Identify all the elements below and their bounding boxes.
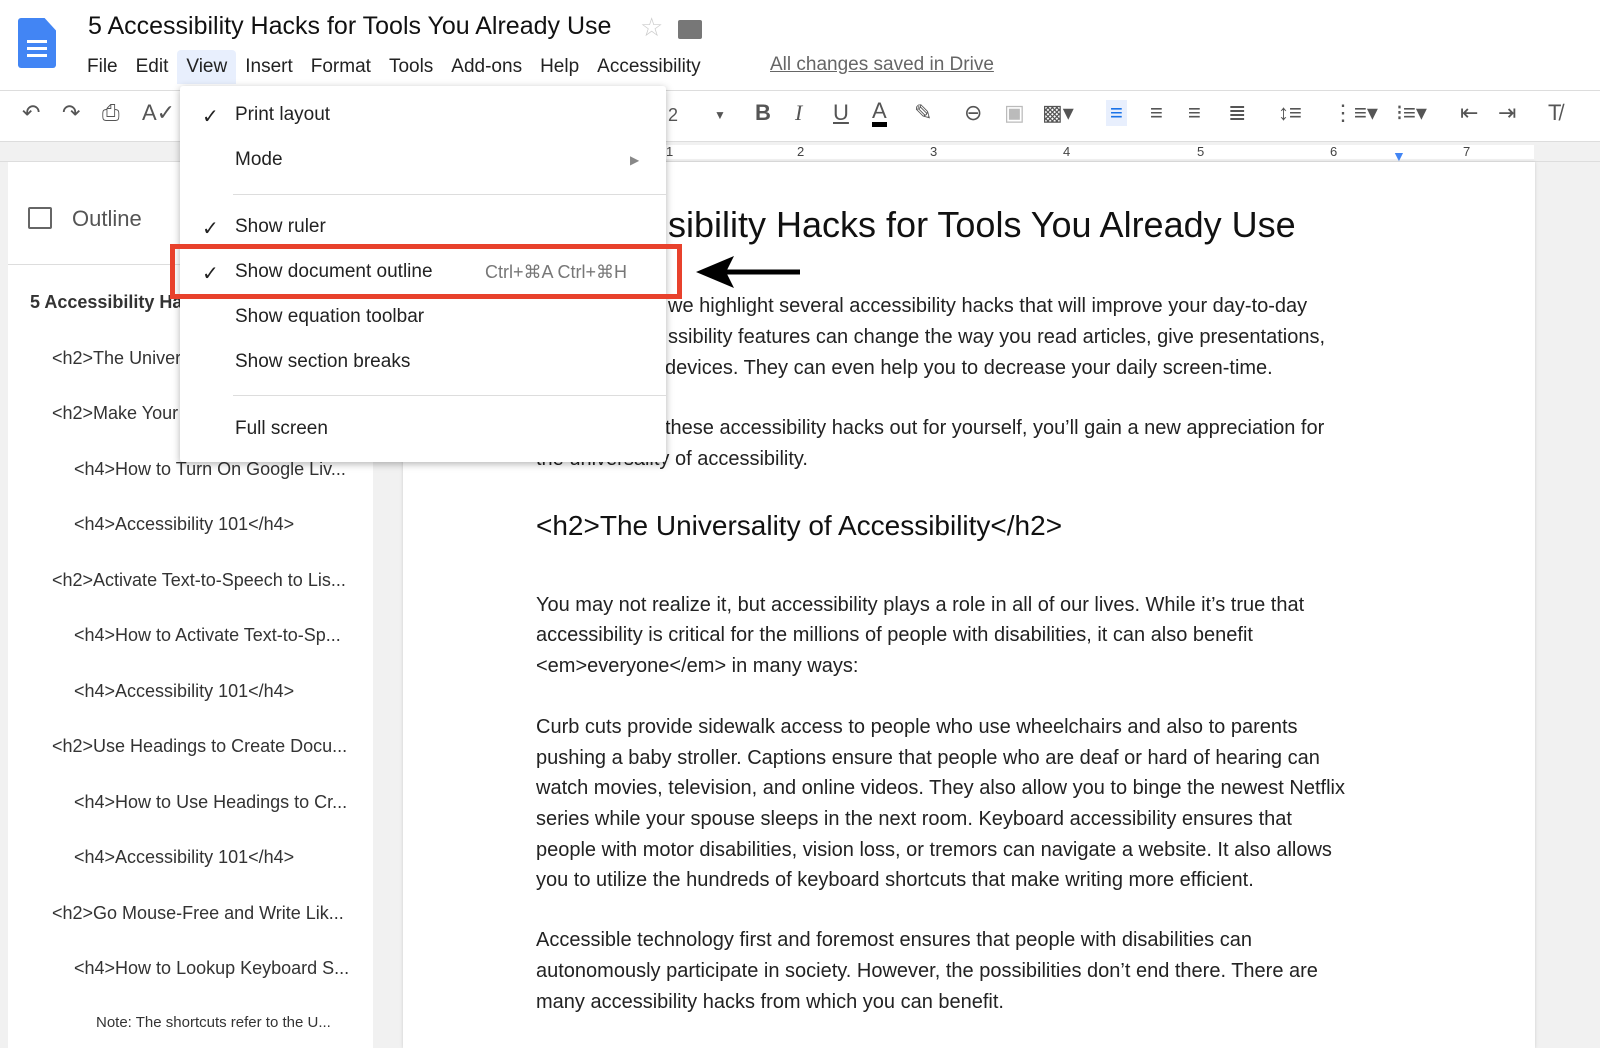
paragraph-line: these accessibility hacks out for yourse… (665, 417, 1325, 439)
ruler-number: 2 (797, 144, 805, 159)
redo-icon[interactable]: ↷ (62, 100, 80, 126)
increase-indent-icon[interactable]: ⇥ (1498, 100, 1516, 126)
text-color-icon[interactable]: A (872, 100, 887, 127)
outline-item[interactable]: <h4>How to Lookup Keyboard S... (74, 958, 349, 979)
highlight-icon[interactable]: ✎ (914, 100, 932, 126)
ruler-number: 5 (1197, 144, 1205, 159)
ruler-number: 4 (1063, 144, 1071, 159)
outline-item[interactable]: <h2>Activate Text-to-Speech to Lis... (52, 570, 346, 591)
ruler-number: 7 (1463, 144, 1471, 159)
outline-item[interactable]: <h2>Make Your (52, 403, 178, 424)
font-size-dropdown-icon[interactable]: ▼ (714, 108, 726, 122)
menu-divider (233, 395, 666, 396)
arrow-annotation-icon (696, 256, 800, 288)
check-icon: ✓ (202, 218, 219, 240)
print-icon[interactable]: ⎙ (102, 100, 120, 126)
star-icon[interactable]: ☆ (640, 12, 663, 43)
justify-icon[interactable]: ≣ (1228, 100, 1246, 126)
clear-formatting-icon[interactable]: T̸ (1548, 100, 1561, 126)
outline-item[interactable]: <h2>The Univer (52, 348, 181, 369)
submenu-arrow-icon: ▶ (630, 153, 640, 167)
paragraph-line: autonomously participate in society. How… (536, 960, 1318, 982)
document-title[interactable]: 5 Accessibility Hacks for Tools You Alre… (88, 12, 611, 41)
menu-addons[interactable]: Add-ons (442, 50, 531, 84)
spellcheck-icon[interactable]: A✓ (142, 100, 175, 126)
paragraph-line: devices. They can even help you to decre… (665, 357, 1273, 379)
outline-item[interactable]: <h4>Accessibility 101</h4> (74, 847, 294, 868)
menu-bar: File Edit View Insert Format Tools Add-o… (78, 50, 710, 84)
image-icon[interactable]: ▩▾ (1042, 100, 1074, 126)
outline-item[interactable]: <h4>How to Turn On Google Liv... (74, 459, 346, 480)
outline-item[interactable]: <h4>Accessibility 101</h4> (74, 681, 294, 702)
menu-accessibility[interactable]: Accessibility (588, 50, 709, 84)
link-icon[interactable]: ⊖ (964, 100, 982, 126)
outline-item[interactable]: 5 Accessibility Ha (30, 292, 182, 313)
outline-item[interactable]: Note: The shortcuts refer to the U... (96, 1014, 331, 1031)
paragraph-line: you to utilize the hundreds of keyboard … (536, 869, 1254, 891)
menu-edit[interactable]: Edit (127, 50, 178, 84)
bulleted-list-icon[interactable]: ⁝≡▾ (1396, 100, 1427, 126)
paragraph-line: we highlight several accessibility hacks… (668, 295, 1308, 317)
outline-item[interactable]: <h4>How to Use Headings to Cr... (74, 792, 347, 813)
outline-title: Outline (72, 206, 142, 231)
numbered-list-icon[interactable]: ⋮≡▾ (1332, 100, 1378, 126)
ruler-number: 1 (666, 144, 674, 159)
menu-format[interactable]: Format (302, 50, 380, 84)
align-right-icon[interactable]: ≡ (1188, 100, 1201, 126)
paragraph-line: ssibility features can change the way yo… (668, 326, 1326, 348)
underline-icon[interactable]: U (833, 100, 849, 126)
paragraph-line: You may not realize it, but accessibilit… (536, 594, 1305, 616)
menu-divider (233, 194, 666, 195)
save-status-link[interactable]: All changes saved in Drive (770, 54, 994, 76)
menu-item-print-layout[interactable]: Print layout (235, 104, 330, 126)
paragraph-line: Curb cuts provide sidewalk access to peo… (536, 716, 1298, 738)
menu-help[interactable]: Help (531, 50, 588, 84)
ruler-number: 3 (930, 144, 938, 159)
paragraph-line: Accessible technology first and foremost… (536, 929, 1252, 951)
menu-view[interactable]: View (177, 50, 237, 84)
menu-file[interactable]: File (78, 50, 127, 84)
paragraph-line: people with motor disabilities, vision l… (536, 839, 1332, 861)
ruler-number: 6 (1330, 144, 1338, 159)
folder-icon[interactable] (678, 20, 702, 39)
align-center-icon[interactable]: ≡ (1150, 100, 1163, 126)
decrease-indent-icon[interactable]: ⇤ (1460, 100, 1478, 126)
outline-item[interactable]: <h2>Use Headings to Create Docu... (52, 736, 347, 757)
line-spacing-icon[interactable]: ↕≡ (1278, 100, 1302, 126)
menu-item-show-equation-toolbar[interactable]: Show equation toolbar (235, 306, 424, 328)
paragraph-line: pushing a baby stroller. Captions ensure… (536, 747, 1320, 769)
font-size-field[interactable]: 2 (668, 105, 678, 126)
outline-item[interactable]: <h4>Accessibility 101</h4> (74, 514, 294, 535)
paragraph-line: watch movies, television, and online vid… (536, 777, 1345, 799)
italic-icon[interactable]: I (795, 100, 802, 126)
paragraph-line: many accessibility hacks from which you … (536, 991, 1004, 1013)
menu-item-show-section-breaks[interactable]: Show section breaks (235, 351, 410, 373)
menu-tools[interactable]: Tools (380, 50, 442, 84)
paragraph-line: series while your spouse sleeps in the n… (536, 808, 1292, 830)
outline-item[interactable]: <h2>Go Mouse-Free and Write Lik... (52, 903, 344, 924)
document-title-heading: sibility Hacks for Tools You Already Use (668, 204, 1296, 245)
section-heading: <h2>The Universality of Accessibility</h… (536, 510, 1063, 541)
undo-icon[interactable]: ↶ (22, 100, 40, 126)
menu-insert[interactable]: Insert (236, 50, 302, 84)
align-left-icon[interactable]: ≡ (1106, 100, 1127, 126)
bold-icon[interactable]: B (755, 100, 771, 126)
menu-item-mode[interactable]: Mode (235, 149, 283, 171)
menu-item-full-screen[interactable]: Full screen (235, 418, 328, 440)
check-icon: ✓ (202, 106, 219, 128)
paragraph-line: accessibility is critical for the millio… (536, 624, 1253, 646)
menu-item-show-ruler[interactable]: Show ruler (235, 216, 326, 238)
highlight-box-annotation (170, 244, 682, 299)
paragraph-line: <em>everyone</em> in many ways: (536, 655, 859, 677)
comment-icon[interactable]: ▣ (1004, 100, 1025, 126)
outline-item[interactable]: <h4>How to Activate Text-to-Sp... (74, 625, 341, 646)
docs-logo-icon[interactable] (18, 18, 56, 68)
